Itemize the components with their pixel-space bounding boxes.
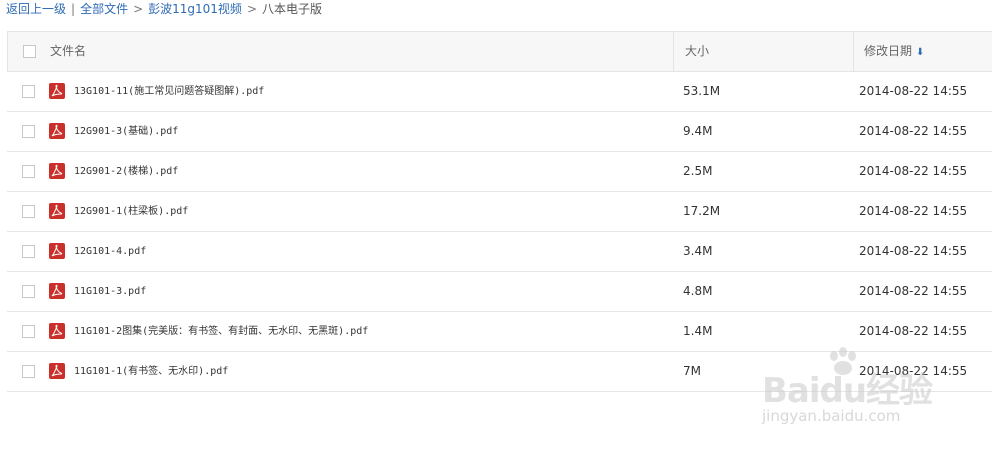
breadcrumb-separator: > (246, 2, 257, 16)
table-row[interactable]: 12G901-3(基础).pdf 9.4M 2014-08-22 14:55 (7, 112, 992, 152)
pdf-file-icon (49, 243, 65, 259)
table-row[interactable]: 12G901-1(柱梁板).pdf 17.2M 2014-08-22 14:55 (7, 192, 992, 232)
select-all-checkbox[interactable] (23, 45, 36, 58)
header-name[interactable]: 文件名 (50, 32, 86, 71)
header-date-label: 修改日期 (864, 44, 913, 58)
file-size: 17.2M (683, 204, 721, 218)
row-checkbox[interactable] (22, 205, 35, 218)
file-name[interactable]: 13G101-11(施工常见问题答疑图解).pdf (74, 72, 264, 111)
pdf-file-icon (49, 323, 65, 339)
pdf-file-icon (49, 123, 65, 139)
breadcrumb-separator: > (133, 2, 144, 16)
file-size: 2.5M (683, 164, 713, 178)
file-size: 7M (683, 364, 701, 378)
row-checkbox[interactable] (22, 325, 35, 338)
pdf-file-icon (49, 163, 65, 179)
pdf-file-icon (49, 203, 65, 219)
file-name[interactable]: 12G101-4.pdf (74, 232, 146, 271)
table-row[interactable]: 11G101-2图集(完美版：有书签、有封面、无水印、无黑斑).pdf 1.4M 2… (7, 312, 992, 352)
breadcrumb: 返回上一级 | 全部文件 > 彭波11g101视频 > 八本电子版 (6, 1, 322, 17)
file-name[interactable]: 12G901-3(基础).pdf (74, 112, 178, 151)
row-checkbox[interactable] (22, 125, 35, 138)
file-size: 4.8M (683, 284, 713, 298)
table-row[interactable]: 12G901-2(楼梯).pdf 2.5M 2014-08-22 14:55 (7, 152, 992, 192)
row-checkbox[interactable] (22, 245, 35, 258)
table-row[interactable]: 11G101-3.pdf 4.8M 2014-08-22 14:55 (7, 272, 992, 312)
table-row[interactable]: 12G101-4.pdf 3.4M 2014-08-22 14:55 (7, 232, 992, 272)
file-date: 2014-08-22 14:55 (859, 204, 968, 218)
file-name[interactable]: 11G101-2图集(完美版：有书签、有封面、无水印、无黑斑).pdf (74, 312, 368, 351)
header-size-label: 大小 (685, 44, 710, 58)
file-date: 2014-08-22 14:55 (859, 324, 968, 338)
watermark-url: jingyan.baidu.com (762, 407, 901, 425)
file-name[interactable]: 11G101-3.pdf (74, 272, 146, 311)
row-checkbox[interactable] (22, 285, 35, 298)
current-folder: 八本电子版 (262, 2, 323, 16)
back-link[interactable]: 返回上一级 (6, 2, 66, 16)
file-size: 1.4M (683, 324, 713, 338)
table-row[interactable]: 13G101-11(施工常见问题答疑图解).pdf 53.1M 2014-08-22… (7, 72, 992, 112)
pdf-file-icon (49, 283, 65, 299)
all-files-link[interactable]: 全部文件 (80, 2, 128, 16)
file-name[interactable]: 11G101-1(有书签、无水印).pdf (74, 352, 228, 391)
file-date: 2014-08-22 14:55 (859, 244, 968, 258)
file-size: 3.4M (683, 244, 713, 258)
file-date: 2014-08-22 14:55 (859, 84, 968, 98)
row-checkbox[interactable] (22, 85, 35, 98)
file-size: 53.1M (683, 84, 721, 98)
file-name[interactable]: 12G901-1(柱梁板).pdf (74, 192, 188, 231)
table-header: 文件名 大小 修改日期 ⬇ (7, 31, 992, 72)
folder-link[interactable]: 彭波11g101视频 (148, 2, 242, 16)
file-size: 9.4M (683, 124, 713, 138)
header-date[interactable]: 修改日期 ⬇ (853, 32, 992, 71)
row-checkbox[interactable] (22, 165, 35, 178)
file-date: 2014-08-22 14:55 (859, 124, 968, 138)
table-row[interactable]: 11G101-1(有书签、无水印).pdf 7M 2014-08-22 14:55 (7, 352, 992, 392)
pdf-file-icon (49, 83, 65, 99)
file-date: 2014-08-22 14:55 (859, 284, 968, 298)
header-size[interactable]: 大小 (673, 32, 853, 71)
arrow-down-icon: ⬇ (916, 47, 925, 58)
file-date: 2014-08-22 14:55 (859, 164, 968, 178)
file-list: 13G101-11(施工常见问题答疑图解).pdf 53.1M 2014-08-22… (7, 72, 992, 392)
file-table: 文件名 大小 修改日期 ⬇ 13G101-11(施工常见问题答疑图解).pdf 53… (7, 31, 992, 392)
row-checkbox[interactable] (22, 365, 35, 378)
file-date: 2014-08-22 14:55 (859, 364, 968, 378)
breadcrumb-divider: | (71, 2, 76, 16)
file-name[interactable]: 12G901-2(楼梯).pdf (74, 152, 178, 191)
pdf-file-icon (49, 363, 65, 379)
